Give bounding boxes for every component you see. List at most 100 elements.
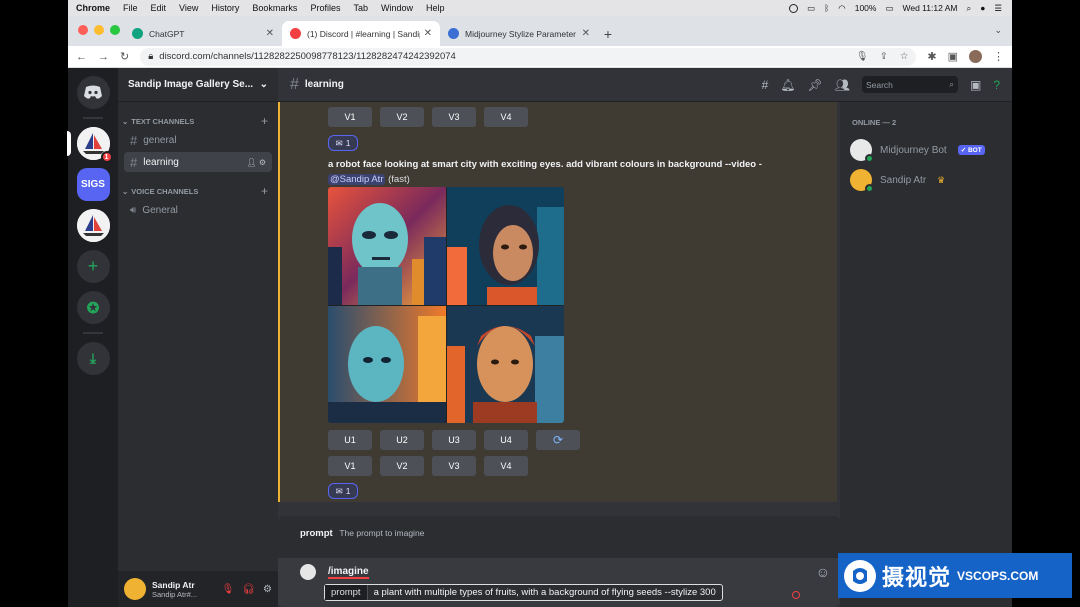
forward-icon[interactable]: → <box>98 51 109 63</box>
v3-button[interactable]: V3 <box>432 456 476 476</box>
user-mention[interactable]: @Sandip Atr <box>328 174 386 185</box>
gear-icon[interactable]: ⚙ <box>259 158 266 167</box>
minimize-window-button[interactable] <box>94 25 104 35</box>
menu-help[interactable]: Help <box>426 3 445 13</box>
record-status-icon[interactable] <box>789 3 799 13</box>
generated-image-3[interactable] <box>328 305 446 423</box>
add-server-button[interactable]: + <box>76 250 110 283</box>
u4-button[interactable]: U4 <box>484 430 528 450</box>
share-icon[interactable]: ⇪ <box>880 51 888 62</box>
prompt-input-value[interactable]: a plant with multiple types of fruits, w… <box>368 587 722 598</box>
command-option[interactable]: prompt The prompt to imagine <box>300 528 424 539</box>
menu-view[interactable]: View <box>179 3 198 13</box>
voice-channels-category[interactable]: ⌄ VOICE CHANNELS + <box>118 184 278 198</box>
address-bar[interactable]: 🔒︎ discord.com/channels/1128282250098778… <box>140 47 917 66</box>
clock[interactable]: Wed 11:12 AM <box>903 3 958 13</box>
reload-icon[interactable]: ↻ <box>120 50 129 63</box>
close-window-button[interactable] <box>78 25 88 35</box>
add-channel-icon[interactable]: + <box>261 184 268 198</box>
tab-midjourney[interactable]: Midjourney Stylize Parameter ✕ <box>440 21 598 46</box>
v4-button[interactable]: V4 <box>484 456 528 476</box>
slash-command[interactable]: /imagine <box>328 566 369 579</box>
battery-label[interactable]: 100% <box>855 3 877 13</box>
prompt-option-input[interactable]: prompt a plant with multiple types of fr… <box>324 584 723 601</box>
v2-button[interactable]: V2 <box>380 107 424 127</box>
siri-icon[interactable]: ● <box>980 3 985 13</box>
search-input[interactable]: Search ⌕ <box>861 76 958 93</box>
u1-button[interactable]: U1 <box>328 430 372 450</box>
help-icon[interactable]: ? <box>993 78 1000 92</box>
server-sandip-image-gallery[interactable]: 1 <box>66 127 113 163</box>
server-sigs[interactable]: SIGS <box>76 168 110 201</box>
spotlight-icon[interactable]: ⌕ <box>966 3 971 14</box>
tab-search-chevron-icon[interactable]: ⌄ <box>994 25 1002 36</box>
download-apps-button[interactable]: ⤓ <box>76 342 110 375</box>
tab-discord[interactable]: (1) Discord | #learning | Sandip ✕ <box>282 21 440 46</box>
extensions-puzzle-icon[interactable]: ✱ <box>927 50 936 63</box>
explore-servers-button[interactable]: ✪ <box>76 291 110 324</box>
menu-profiles[interactable]: Profiles <box>310 3 340 13</box>
bluetooth-icon[interactable]: ᛒ <box>824 3 829 13</box>
invite-icon[interactable]: 👤︎ <box>246 158 256 167</box>
close-tab-icon[interactable]: ✕ <box>266 28 274 39</box>
deafened-headphones-icon[interactable]: 🎧︎ <box>242 584 255 595</box>
threads-icon[interactable]: # <box>762 78 769 92</box>
generated-image-1[interactable] <box>328 187 446 305</box>
v1-button[interactable]: V1 <box>328 107 372 127</box>
side-panel-icon[interactable]: ▣ <box>948 50 958 63</box>
browser-menu-icon[interactable]: ⋮ <box>993 50 1004 63</box>
profile-avatar[interactable] <box>969 50 982 63</box>
v1-button[interactable]: V1 <box>328 456 372 476</box>
add-channel-icon[interactable]: + <box>261 114 268 128</box>
menu-edit[interactable]: Edit <box>151 3 167 13</box>
zoom-window-button[interactable] <box>110 25 120 35</box>
member-sandip-atr[interactable]: Sandip Atr ♛ <box>840 165 1012 195</box>
envelope-reaction[interactable]: ✉ 1 <box>328 483 358 499</box>
notification-bell-icon[interactable]: 🔔︎ <box>780 78 795 92</box>
member-list-icon[interactable]: 👥︎ <box>835 78 850 92</box>
text-channels-category[interactable]: ⌄ TEXT CHANNELS + <box>118 114 278 128</box>
menu-chrome[interactable]: Chrome <box>76 3 110 13</box>
u2-button[interactable]: U2 <box>380 430 424 450</box>
menu-window[interactable]: Window <box>381 3 413 13</box>
control-center-icon[interactable]: ☰ <box>994 3 1002 14</box>
user-avatar[interactable] <box>124 578 146 600</box>
message-composer: /imagine prompt a plant with multiple ty… <box>278 558 840 607</box>
generated-image-2[interactable] <box>446 187 564 305</box>
new-tab-button[interactable]: + <box>598 21 618 46</box>
channel-general[interactable]: # general <box>124 130 272 150</box>
server-midjourney-icon[interactable] <box>76 209 110 242</box>
close-tab-icon[interactable]: ✕ <box>582 28 590 39</box>
wifi-icon[interactable]: ◠ <box>838 3 845 14</box>
v4-button[interactable]: V4 <box>484 107 528 127</box>
menu-tab[interactable]: Tab <box>353 3 368 13</box>
voice-channel-general[interactable]: 🔊︎ General <box>124 200 272 220</box>
tab-chatgpt[interactable]: ChatGPT ✕ <box>124 21 282 46</box>
back-icon[interactable]: ← <box>76 51 87 63</box>
v2-button[interactable]: V2 <box>380 456 424 476</box>
server-header[interactable]: Sandip Image Gallery Se... ⌄ <box>118 68 278 102</box>
emoji-picker-icon[interactable]: ☺ <box>816 564 830 580</box>
member-midjourney-bot[interactable]: Midjourney Bot ✓ BOT <box>840 135 1012 165</box>
menu-history[interactable]: History <box>211 3 239 13</box>
u3-button[interactable]: U3 <box>432 430 476 450</box>
muted-microphone-icon[interactable]: 🎙︎ <box>222 584 235 595</box>
user-settings-gear-icon[interactable]: ⚙ <box>263 584 272 595</box>
display-icon[interactable]: ▭ <box>807 3 815 14</box>
channel-learning[interactable]: # learning 👤︎ ⚙ <box>124 152 272 172</box>
menu-file[interactable]: File <box>123 3 138 13</box>
reroll-button[interactable]: ⟳ <box>536 430 580 450</box>
inbox-icon[interactable]: ▣ <box>970 78 981 92</box>
pin-icon[interactable]: 📌︎ <box>808 78 823 92</box>
v3-button[interactable]: V3 <box>432 107 476 127</box>
microphone-icon[interactable]: 🎙︎ <box>856 51 868 62</box>
generated-image-4[interactable] <box>446 305 564 423</box>
direct-messages-button[interactable] <box>76 76 110 109</box>
lock-icon[interactable]: 🔒︎ <box>148 51 153 62</box>
address-toolbar: ← → ↻ 🔒︎ discord.com/channels/1128282250… <box>68 46 1012 68</box>
bookmark-star-icon[interactable]: ☆ <box>900 51 909 62</box>
envelope-reaction[interactable]: ✉ 1 <box>328 135 358 151</box>
close-tab-icon[interactable]: ✕ <box>424 28 432 39</box>
menu-bookmarks[interactable]: Bookmarks <box>252 3 297 13</box>
image-grid[interactable] <box>328 187 564 423</box>
